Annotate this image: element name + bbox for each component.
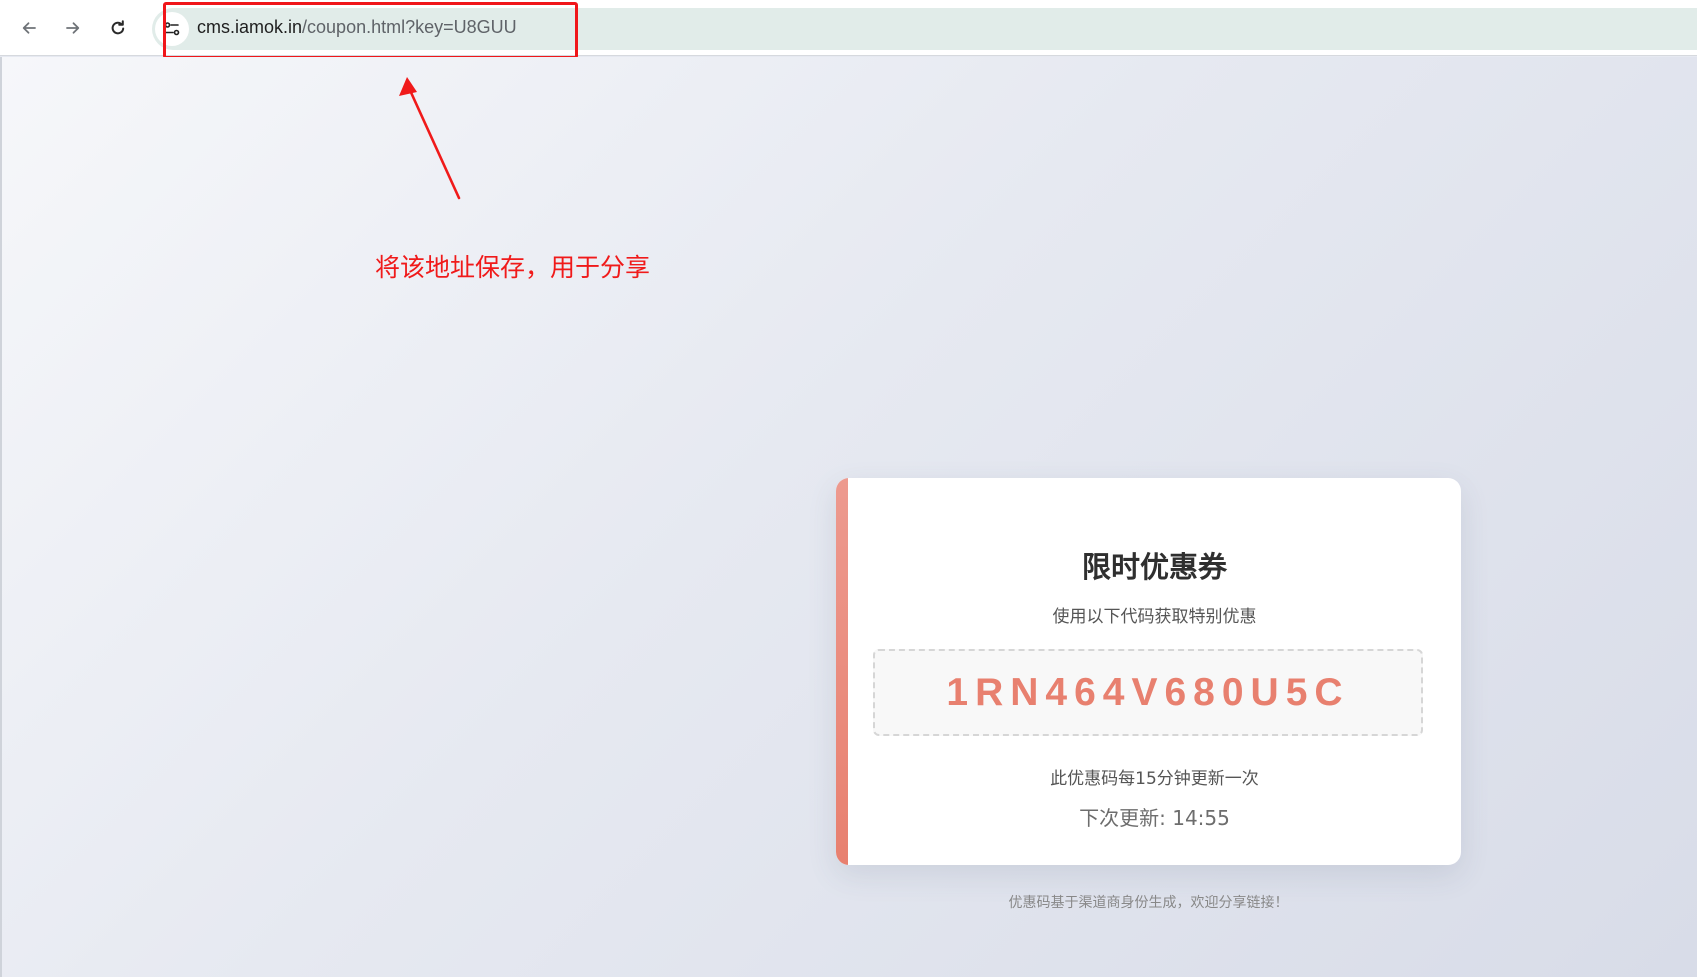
annotation-arrow-icon (399, 77, 461, 200)
coupon-card: 限时优惠券 使用以下代码获取特别优惠 1RN464V680U5C 此优惠码每15… (836, 478, 1461, 865)
reload-button[interactable] (102, 12, 134, 44)
reload-icon (111, 20, 125, 35)
refresh-note: 此优惠码每15分钟更新一次 (1050, 769, 1259, 789)
next-update-time: 下次更新: 14:55 (1079, 806, 1230, 830)
coupon-title: 限时优惠券 (1081, 550, 1227, 584)
url-highlight-annotation (163, 2, 578, 59)
coupon-subtitle: 使用以下代码获取特别优惠 (1052, 607, 1257, 627)
coupon-code[interactable]: 1RN464V680U5C (946, 671, 1349, 715)
arrow-left-icon (22, 22, 36, 34)
footer-note: 优惠码基于渠道商身份生成，欢迎分享链接！ (1008, 895, 1289, 911)
annotation-text: 将该地址保存，用于分享 (375, 253, 651, 282)
arrow-right-icon (66, 22, 80, 34)
browser-toolbar: cms.iamok.in/coupon.html?key=U8GUU (0, 0, 1697, 59)
card-accent-stripe (836, 478, 848, 865)
forward-button[interactable] (57, 12, 89, 44)
coupon-code-box[interactable]: 1RN464V680U5C (873, 649, 1423, 736)
back-button[interactable] (13, 12, 45, 44)
